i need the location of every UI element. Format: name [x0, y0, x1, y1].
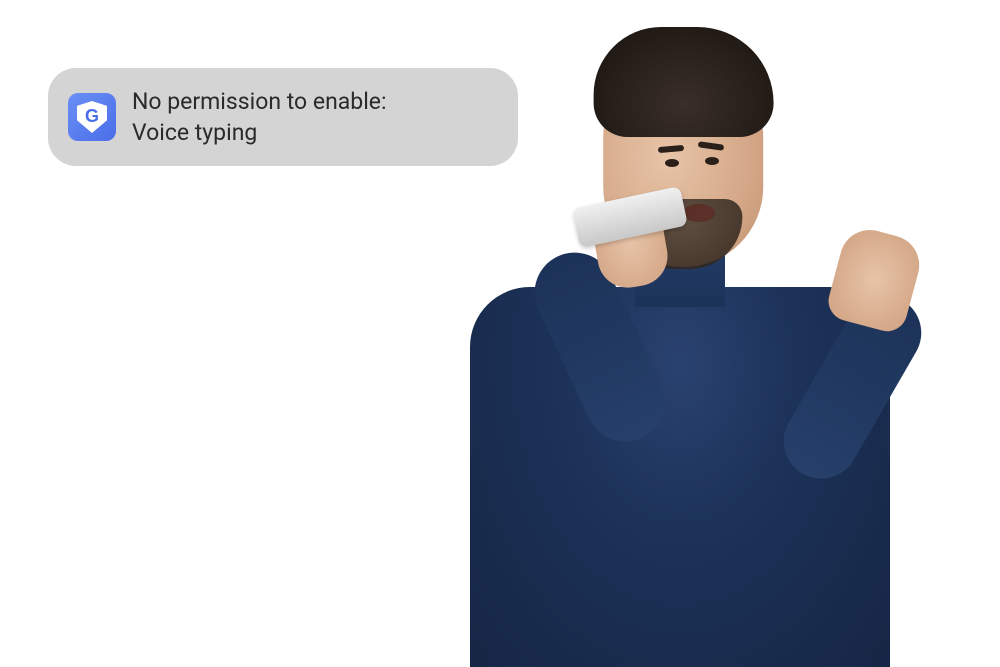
toast-line-1: No permission to enable:: [132, 86, 387, 117]
mouth: [683, 204, 715, 222]
left-eye: [665, 159, 679, 167]
person-photo: [400, 27, 960, 667]
toast-line-2: Voice typing: [132, 117, 387, 148]
shield-icon: G: [77, 101, 107, 133]
toast-message: No permission to enable: Voice typing: [132, 86, 387, 148]
app-icon: G: [68, 93, 116, 141]
shield-letter: G: [85, 106, 99, 127]
hair: [594, 27, 774, 137]
right-eye: [705, 157, 719, 165]
